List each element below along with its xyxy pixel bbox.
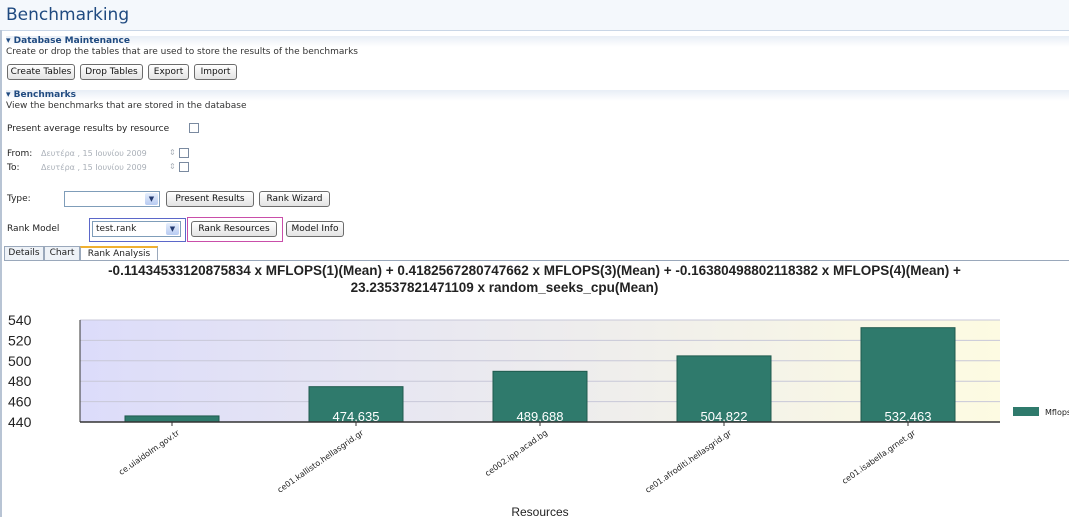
- import-button[interactable]: Import: [194, 64, 237, 80]
- chevron-down-icon[interactable]: ▼: [166, 223, 179, 235]
- bar: [860, 327, 956, 423]
- export-button[interactable]: Export: [148, 64, 189, 80]
- x-tick-label: ce01.isabella.grnet.gr: [840, 428, 917, 486]
- x-axis-label: Resources: [511, 505, 568, 517]
- type-label: Type:: [7, 194, 31, 204]
- from-date-field[interactable]: Δευτέρα , 15 Ιουνίου 2009: [41, 149, 147, 161]
- x-tick-label: ce01.kallisto.hellasgrid.gr: [276, 428, 366, 495]
- rank-resources-button[interactable]: Rank Resources: [191, 221, 277, 237]
- formula-line-2: 23.23537821471109 x random_seeks_cpu(Mea…: [350, 280, 659, 295]
- rank-chart: 445,946474,635 489,688 504,822 532,463 4404…: [8, 312, 1069, 517]
- y-tick-label: 460: [8, 394, 32, 410]
- formula-line-1: -0.11434533120875834 x MFLOPS(1)(Mean) +…: [108, 263, 961, 278]
- to-label: To:: [7, 163, 20, 173]
- create-tables-button[interactable]: Create Tables: [7, 64, 75, 80]
- from-label: From:: [7, 149, 33, 159]
- chevron-down-icon[interactable]: ▼: [145, 193, 158, 205]
- database-maintenance-header[interactable]: ▾ Database Maintenance: [6, 36, 1069, 47]
- model-info-button[interactable]: Model Info: [286, 221, 344, 237]
- legend-swatch: [1013, 407, 1039, 416]
- to-spinner-icon[interactable]: ⇕: [169, 162, 176, 171]
- title-bar: Benchmarking: [0, 0, 1069, 31]
- tab-details[interactable]: Details: [4, 246, 44, 260]
- to-enable-checkbox[interactable]: [179, 162, 189, 172]
- average-results-label: Present average results by resource: [7, 124, 170, 134]
- from-enable-checkbox[interactable]: [179, 148, 189, 158]
- x-tick-label: ce002.ipp.acad.bg: [483, 428, 549, 478]
- average-results-checkbox[interactable]: [189, 123, 199, 133]
- rank-wizard-button[interactable]: Rank Wizard: [259, 191, 330, 207]
- database-maintenance-description: Create or drop the tables that are used …: [6, 47, 358, 57]
- legend-label: Mflops: [1045, 408, 1069, 417]
- type-select[interactable]: ▼: [64, 191, 160, 207]
- rank-model-value: test.rank: [96, 224, 137, 234]
- y-tick-label: 540: [8, 312, 32, 328]
- tab-chart[interactable]: Chart: [44, 246, 80, 260]
- x-tick-label: ce01.afroditi.hellasgrid.gr: [644, 428, 734, 495]
- y-tick-label: 440: [8, 414, 32, 430]
- rank-model-label: Rank Model: [7, 224, 60, 234]
- benchmarks-header[interactable]: ▾ Benchmarks: [6, 90, 1069, 101]
- to-date-field[interactable]: Δευτέρα , 15 Ιουνίου 2009: [41, 163, 147, 175]
- benchmarks-description: View the benchmarks that are stored in t…: [6, 101, 247, 111]
- drop-tables-button[interactable]: Drop Tables: [80, 64, 143, 80]
- tab-rank-analysis[interactable]: Rank Analysis: [80, 246, 158, 261]
- rank-model-select[interactable]: test.rank ▼: [92, 221, 181, 237]
- page-title: Benchmarking: [6, 5, 130, 25]
- from-spinner-icon[interactable]: ⇕: [169, 148, 176, 157]
- y-tick-label: 500: [8, 353, 32, 369]
- y-tick-label: 520: [8, 332, 32, 348]
- y-tick-label: 480: [8, 373, 32, 389]
- present-results-button[interactable]: Present Results: [166, 191, 254, 207]
